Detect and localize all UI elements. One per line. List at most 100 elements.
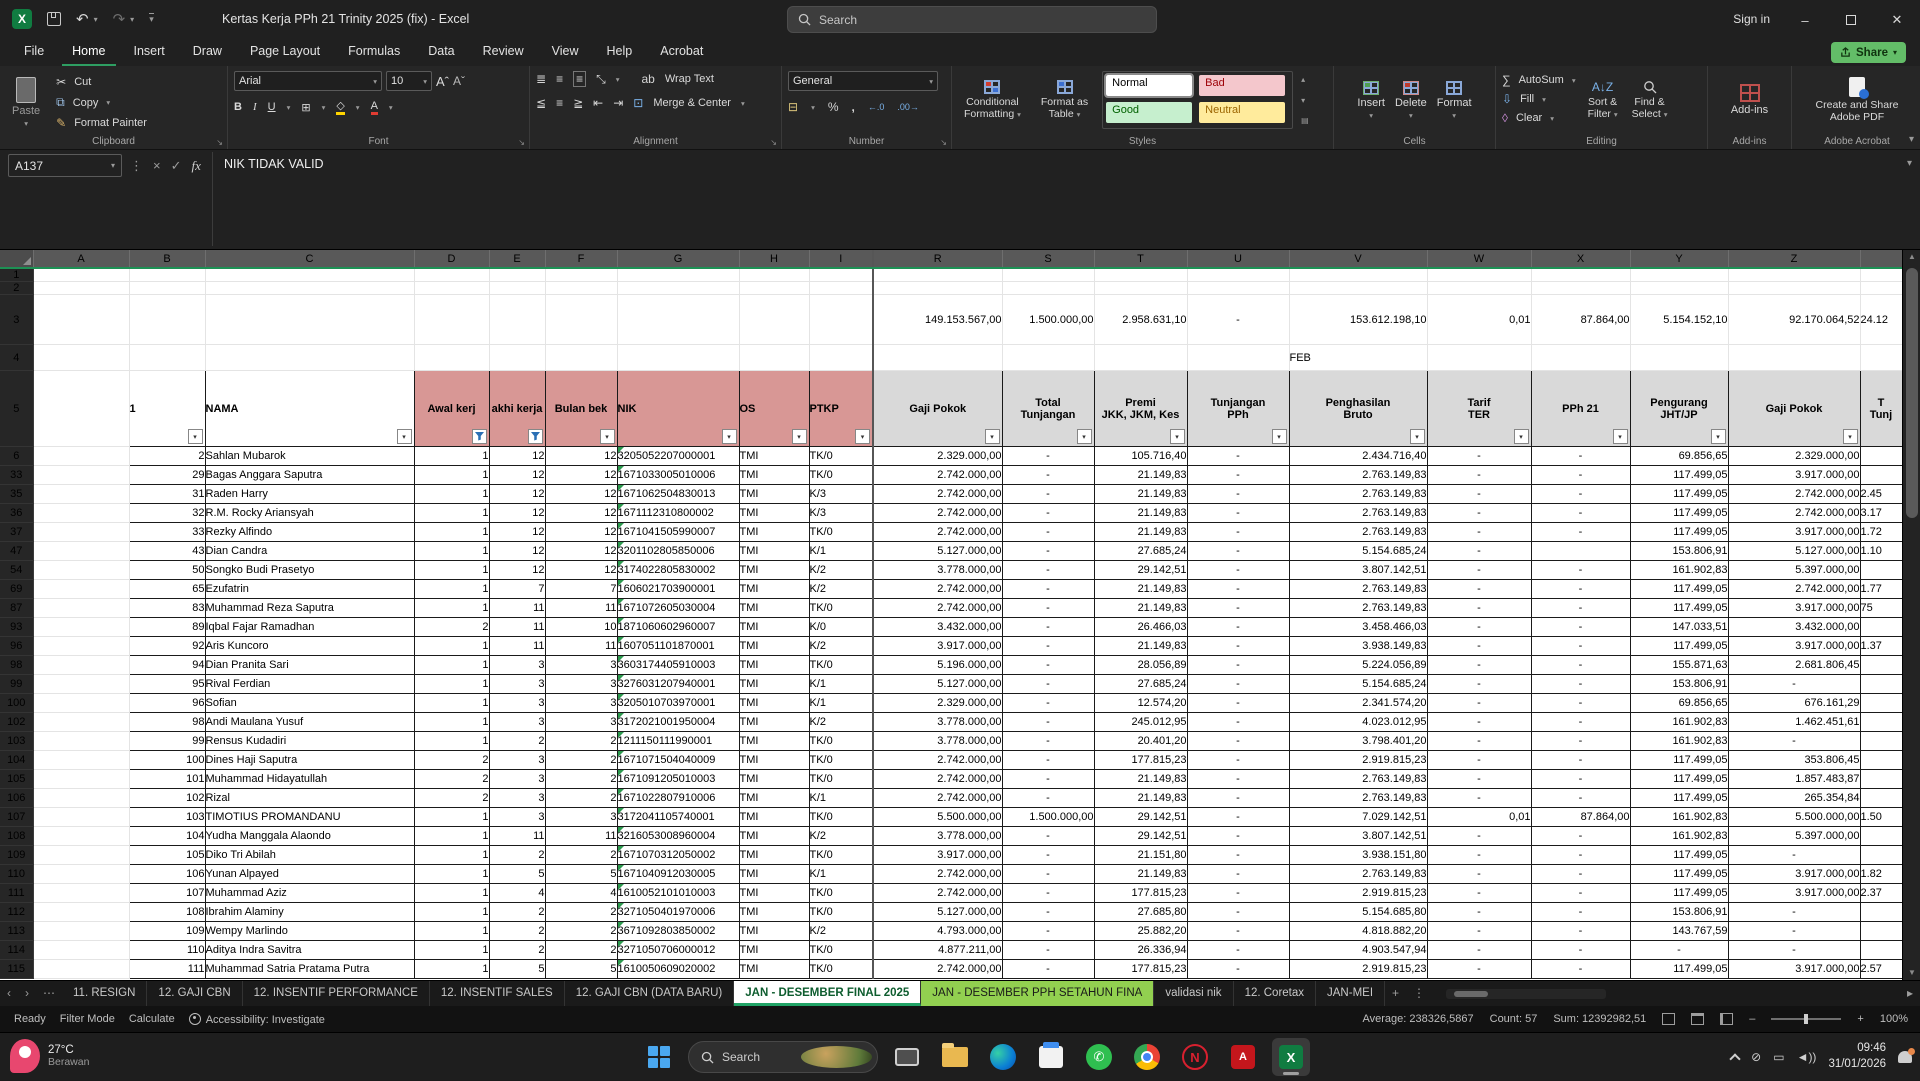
cell-S36[interactable]: - [1002, 504, 1094, 523]
cell-C35[interactable]: Raden Harry [205, 485, 414, 504]
cell-C93[interactable]: Iqbal Fajar Ramadhan [205, 618, 414, 637]
row-header-115[interactable]: 115 [0, 960, 33, 979]
cell-H100[interactable]: TMI [739, 694, 809, 713]
percent-style-icon[interactable]: % [828, 100, 839, 114]
cell[interactable] [1002, 282, 1094, 295]
cell[interactable] [33, 827, 129, 846]
table-header-AA[interactable]: TTunj [1860, 371, 1902, 447]
cell-V87[interactable]: 2.763.149,83 [1289, 599, 1427, 618]
cell-R107[interactable]: 5.500.000,00 [873, 808, 1002, 827]
sheet-tab-validasi-nik[interactable]: validasi nik [1154, 981, 1233, 1006]
cell-I107[interactable]: TK/0 [809, 808, 873, 827]
cell-AA47[interactable]: 1.10 [1860, 542, 1902, 561]
cell[interactable]: - [1187, 295, 1289, 345]
cell-I35[interactable]: K/3 [809, 485, 873, 504]
cell-Y103[interactable]: 161.902,83 [1630, 732, 1728, 751]
cell-R104[interactable]: 2.742.000,00 [873, 751, 1002, 770]
cell-G54[interactable]: 3174022805830002 [617, 561, 739, 580]
title-search-box[interactable]: Search [787, 6, 1157, 33]
formula-content[interactable]: NIK TIDAK VALID [224, 157, 324, 171]
select-all-corner[interactable] [0, 250, 33, 268]
cell-R113[interactable]: 4.793.000,00 [873, 922, 1002, 941]
cell-C6[interactable]: Sahlan Mubarok [205, 447, 414, 466]
cell-Z35[interactable]: 2.742.000,00 [1728, 485, 1860, 504]
cell-U115[interactable]: - [1187, 960, 1289, 979]
cell-G102[interactable]: 3172021001950004 [617, 713, 739, 732]
cell-W35[interactable]: - [1427, 485, 1531, 504]
cell-G87[interactable]: 1671072605030004 [617, 599, 739, 618]
cell-T100[interactable]: 12.574,20 [1094, 694, 1187, 713]
cell-Y33[interactable]: 117.499,05 [1630, 466, 1728, 485]
cell-C107[interactable]: TIMOTIUS PROMANDANU [205, 808, 414, 827]
cell-I36[interactable]: K/3 [809, 504, 873, 523]
cell[interactable] [1187, 345, 1289, 371]
cell-V100[interactable]: 2.341.574,20 [1289, 694, 1427, 713]
underline-button[interactable]: U [268, 101, 276, 113]
cell[interactable] [33, 580, 129, 599]
cell-G103[interactable]: 1211150111990001 [617, 732, 739, 751]
cell-R47[interactable]: 5.127.000,00 [873, 542, 1002, 561]
cell-Z69[interactable]: 2.742.000,00 [1728, 580, 1860, 599]
filter-dropdown-icon[interactable]: ▾ [1711, 429, 1726, 444]
cell-AA35[interactable]: 2.45 [1860, 485, 1902, 504]
cell-X93[interactable]: - [1531, 618, 1630, 637]
row-header-35[interactable]: 35 [0, 485, 33, 504]
tray-chevron-up-icon[interactable] [1729, 1053, 1740, 1064]
cell-Y54[interactable]: 161.902,83 [1630, 561, 1728, 580]
cell-U36[interactable]: - [1187, 504, 1289, 523]
cell-F96[interactable]: 11 [545, 637, 617, 656]
cell-B110[interactable]: 106 [129, 865, 205, 884]
status-accessibility[interactable]: Accessibility: Investigate [189, 1013, 325, 1026]
cell-G114[interactable]: 3271050706000012 [617, 941, 739, 960]
cell-E33[interactable]: 12 [489, 466, 545, 485]
filter-dropdown-icon[interactable]: ▾ [188, 429, 203, 444]
cell[interactable] [1002, 268, 1094, 282]
cell[interactable] [1531, 282, 1630, 295]
cell-U6[interactable]: - [1187, 447, 1289, 466]
cell-E104[interactable]: 3 [489, 751, 545, 770]
cell-D102[interactable]: 1 [414, 713, 489, 732]
cell-I104[interactable]: TK/0 [809, 751, 873, 770]
cell-H35[interactable]: TMI [739, 485, 809, 504]
cell-E108[interactable]: 11 [489, 827, 545, 846]
cell-E6[interactable]: 12 [489, 447, 545, 466]
cell-C54[interactable]: Songko Budi Prasetyo [205, 561, 414, 580]
cell-E114[interactable]: 2 [489, 941, 545, 960]
cell-W105[interactable]: - [1427, 770, 1531, 789]
cell-B69[interactable]: 65 [129, 580, 205, 599]
cell-H98[interactable]: TMI [739, 656, 809, 675]
cell-Y108[interactable]: 161.902,83 [1630, 827, 1728, 846]
cell-D110[interactable]: 1 [414, 865, 489, 884]
cell-V111[interactable]: 2.919.815,23 [1289, 884, 1427, 903]
cell-W69[interactable]: - [1427, 580, 1531, 599]
cell-T99[interactable]: 27.685,24 [1094, 675, 1187, 694]
cell-S98[interactable]: - [1002, 656, 1094, 675]
cell-B37[interactable]: 33 [129, 523, 205, 542]
cell-U93[interactable]: - [1187, 618, 1289, 637]
cell-D103[interactable]: 1 [414, 732, 489, 751]
styles-scroll-up-icon[interactable]: ▴ [1301, 75, 1309, 84]
cell-I114[interactable]: TK/0 [809, 941, 873, 960]
cell-B113[interactable]: 109 [129, 922, 205, 941]
zoom-in-icon[interactable]: + [1857, 1013, 1863, 1025]
cell[interactable] [1531, 268, 1630, 282]
cell-B100[interactable]: 96 [129, 694, 205, 713]
cell-D108[interactable]: 1 [414, 827, 489, 846]
cell-X54[interactable]: - [1531, 561, 1630, 580]
cell-U100[interactable]: - [1187, 694, 1289, 713]
sheet-tab-12-gaji-cbn[interactable]: 12. GAJI CBN [147, 981, 242, 1006]
cell-S47[interactable]: - [1002, 542, 1094, 561]
adobe-acrobat-button[interactable]: A [1224, 1038, 1262, 1076]
cell-X87[interactable]: - [1531, 599, 1630, 618]
cell-X112[interactable]: - [1531, 903, 1630, 922]
horizontal-scrollbar[interactable] [1446, 989, 1606, 999]
cell-style-bad[interactable]: Bad [1199, 75, 1285, 96]
cell-C102[interactable]: Andi Maulana Yusuf [205, 713, 414, 732]
merge-center-button[interactable]: Merge & Center [653, 97, 731, 109]
cell-W100[interactable]: - [1427, 694, 1531, 713]
cell[interactable] [33, 808, 129, 827]
cell-G106[interactable]: 1671022807910006 [617, 789, 739, 808]
cell-G109[interactable]: 1671070312050002 [617, 846, 739, 865]
sheet-nav-right-icon[interactable]: › [18, 981, 36, 1006]
zoom-slider[interactable] [1771, 1018, 1841, 1020]
